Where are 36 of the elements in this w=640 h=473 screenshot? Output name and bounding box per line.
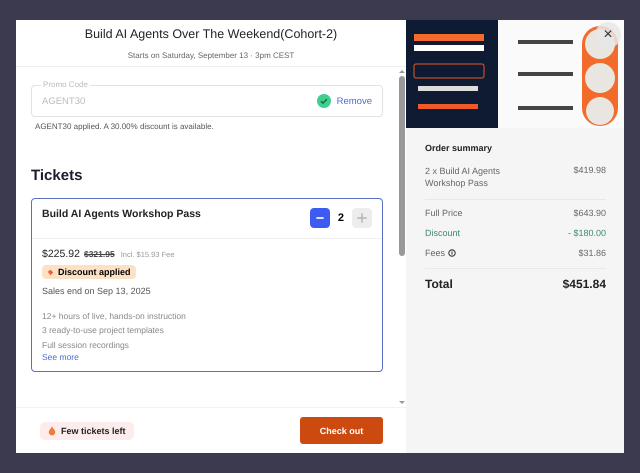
flame-icon	[48, 426, 56, 436]
see-more-link[interactable]: See more	[42, 352, 372, 362]
discount-badge: Discount applied	[42, 265, 136, 279]
event-date: Starts on Saturday, September 13 · 3pm CEST	[128, 51, 294, 60]
feature-item: Full session recordings	[42, 338, 130, 352]
decrease-button[interactable]	[310, 208, 330, 228]
original-price: $321.95	[84, 249, 115, 259]
modal-title: Build AI Agents Over The Weekend(Cohort-2)	[84, 27, 338, 41]
order-item: 2 x Build AI Agents Workshop Pass	[425, 165, 502, 189]
quantity-value: 2	[338, 212, 344, 224]
total-amount: $451.84	[562, 277, 606, 291]
summary-label: Full Price	[425, 208, 463, 218]
summary-label: Fees	[425, 248, 446, 258]
checkout-button[interactable]: Check out	[300, 417, 383, 444]
ticket-name: Build AI Agents Workshop Pass	[42, 208, 201, 222]
remove-link[interactable]: Remove	[336, 96, 372, 106]
summary-title: Order summary	[425, 143, 494, 153]
total-label: Total	[425, 277, 453, 291]
summary-amount: - $180.00	[568, 228, 606, 238]
ticket-card[interactable]	[31, 198, 383, 372]
few-tickets-badge: Few tickets left	[40, 422, 134, 440]
order-item-amount: $419.98	[573, 165, 606, 177]
feature-item: 3 ready-to-use project templates	[42, 324, 165, 337]
promo-message: AGENT30 applied. A 30.00% discount is available.	[35, 122, 215, 131]
field-label: Promo Code	[41, 80, 90, 89]
sales-end-text: Sales end on Sep 13, 2025	[42, 286, 152, 296]
summary-label: Discount	[425, 228, 460, 238]
summary-amount: $31.86	[578, 248, 606, 258]
info-icon[interactable]	[448, 249, 456, 257]
feature-item: 12+ hours of live, hands-on instruction	[42, 310, 187, 322]
promo-code-value: AGENT30	[42, 96, 86, 106]
plus-icon	[356, 212, 368, 224]
section-heading: Tickets	[31, 167, 84, 184]
ticket-price: $225.92	[42, 248, 80, 260]
tag-icon	[47, 268, 54, 276]
summary-amount: $643.90	[573, 208, 606, 218]
